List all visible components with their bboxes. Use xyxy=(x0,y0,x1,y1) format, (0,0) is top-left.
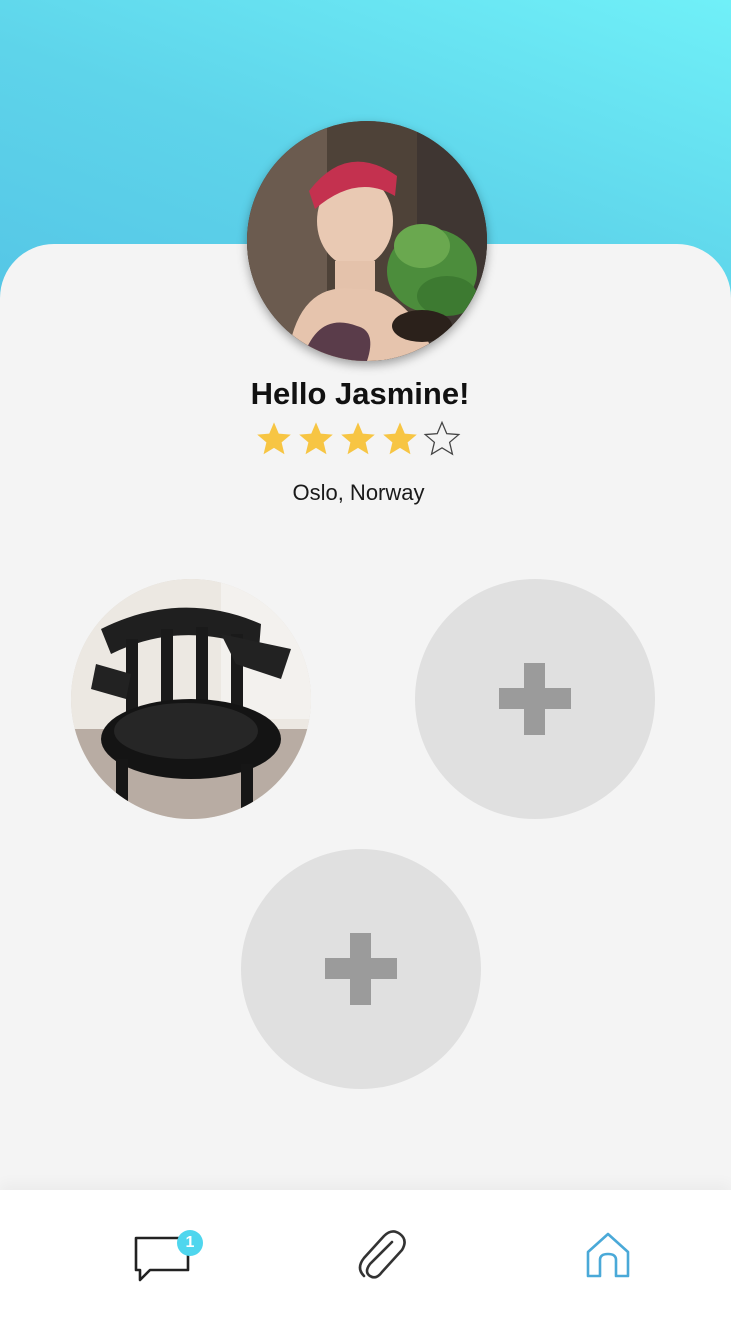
chair-photo-illustration xyxy=(71,579,311,819)
location-text: Oslo, Norway xyxy=(292,480,425,505)
paperclip-icon xyxy=(358,1230,406,1279)
star-filled-icon xyxy=(383,422,417,455)
nav-messages-button[interactable]: 1 xyxy=(122,1218,203,1290)
home-icon xyxy=(586,1232,630,1278)
avatar-illustration xyxy=(247,121,487,361)
message-badge: 1 xyxy=(177,1230,203,1256)
rating-stars xyxy=(255,420,461,460)
profile-avatar[interactable] xyxy=(247,121,487,361)
plus-icon xyxy=(325,933,397,1005)
nav-home-button[interactable] xyxy=(568,1218,648,1290)
photo-slot-chair[interactable] xyxy=(71,579,311,819)
star-empty-icon xyxy=(423,420,461,456)
add-photo-button[interactable] xyxy=(241,849,481,1089)
star-filled-icon xyxy=(341,422,375,455)
nav-attachments-button[interactable] xyxy=(342,1218,422,1290)
plus-icon xyxy=(499,663,571,735)
star-filled-icon xyxy=(257,422,291,455)
add-photo-button[interactable] xyxy=(415,579,655,819)
star-filled-icon xyxy=(299,422,333,455)
greeting-title: Hello Jasmine! xyxy=(250,376,470,411)
bottom-nav-bar: 1 xyxy=(0,1190,731,1319)
